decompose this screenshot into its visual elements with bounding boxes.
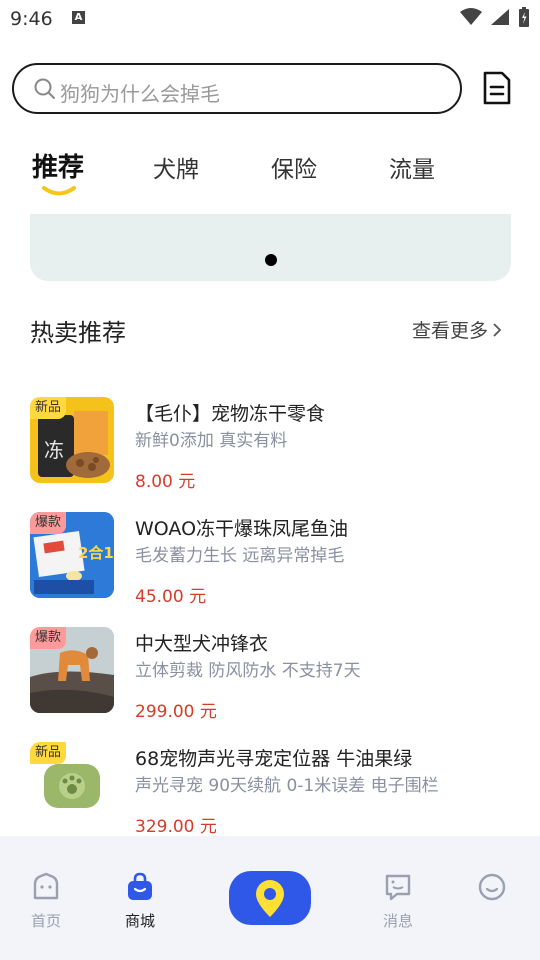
product-price: 299.00 元 (135, 702, 217, 722)
tab-recommend[interactable]: 推荐 (32, 147, 84, 184)
banner-carousel[interactable] (30, 214, 511, 281)
status-icons (460, 6, 530, 28)
product-item[interactable]: 冻 新品 【毛仆】宠物冻干零食 新鲜0添加 真实有料 8.00 元 (0, 397, 540, 507)
product-price: 329.00 元 (135, 817, 217, 837)
nav-message[interactable]: 消息 (368, 872, 428, 931)
view-more-link[interactable]: 查看更多 (412, 316, 502, 343)
nav-shop-label: 商城 (124, 912, 155, 930)
hot-badge: 爆款 (30, 512, 67, 534)
nav-home-label: 首页 (30, 912, 61, 930)
product-price: 45.00 元 (135, 587, 207, 607)
hot-badge: 爆款 (30, 627, 67, 649)
product-image: 冻 新品 (30, 397, 114, 483)
tab-insurance[interactable]: 保险 (271, 150, 317, 184)
tab-data-plan[interactable]: 流量 (389, 150, 435, 184)
carousel-indicator (265, 254, 277, 266)
product-description: 新鲜0添加 真实有料 (135, 431, 288, 451)
search-placeholder: 狗狗为什么会掉毛 (60, 82, 220, 106)
product-description: 毛发蓄力生长 远离异常掉毛 (135, 546, 345, 566)
smiley-icon (478, 873, 506, 901)
product-description: 声光寻宠 90天续航 0-1米误差 电子围栏 (135, 776, 439, 796)
tab-dog-tag[interactable]: 犬牌 (153, 150, 199, 184)
product-item[interactable]: 2合1 爆款 WOAO冻干爆珠凤尾鱼油 毛发蓄力生长 远离异常掉毛 45.00 … (0, 512, 540, 622)
nav-shop[interactable]: 商城 (110, 872, 170, 931)
search-input[interactable]: 狗狗为什么会掉毛 (12, 63, 462, 114)
product-image: 2合1 爆款 (30, 512, 114, 598)
status-time: 9:46 (10, 8, 53, 30)
product-image: 新品 (30, 742, 114, 828)
product-image: 爆款 (30, 627, 114, 713)
view-more-label: 查看更多 (412, 320, 489, 342)
shopping-bag-icon (128, 872, 152, 900)
battery-icon (519, 7, 529, 27)
location-pin-icon (256, 880, 284, 917)
product-description: 立体剪裁 防风防水 不支持7天 (135, 661, 361, 681)
message-icon (385, 874, 411, 901)
nav-profile[interactable] (462, 872, 522, 906)
section-title: 热卖推荐 (30, 319, 126, 347)
chevron-right-icon (493, 322, 502, 337)
home-icon (33, 872, 59, 900)
product-name: 68宠物声光寻宠定位器 牛油果绿 (135, 748, 413, 770)
product-item[interactable]: 爆款 中大型犬冲锋衣 立体剪裁 防风防水 不支持7天 299.00 元 (0, 627, 540, 737)
wifi-icon (460, 8, 482, 25)
search-icon (34, 78, 55, 99)
product-name: 中大型犬冲锋衣 (135, 633, 269, 655)
notification-icon: A (72, 11, 85, 24)
location-button[interactable] (229, 871, 311, 925)
document-icon[interactable] (482, 70, 512, 106)
nav-message-label: 消息 (382, 912, 413, 930)
signal-icon (491, 9, 509, 25)
tab-active-indicator (42, 186, 76, 196)
product-price: 8.00 元 (135, 472, 196, 492)
nav-home[interactable]: 首页 (16, 872, 76, 931)
svg-text:2合1: 2合1 (78, 544, 114, 562)
svg-text:冻: 冻 (44, 438, 64, 462)
product-name: WOAO冻干爆珠凤尾鱼油 (135, 518, 349, 540)
product-name: 【毛仆】宠物冻干零食 (135, 403, 326, 425)
new-badge: 新品 (30, 397, 67, 419)
new-badge: 新品 (30, 742, 67, 764)
status-bar: 9:46 A (0, 0, 540, 40)
bottom-navigation: 首页 商城 消息 (0, 836, 540, 960)
